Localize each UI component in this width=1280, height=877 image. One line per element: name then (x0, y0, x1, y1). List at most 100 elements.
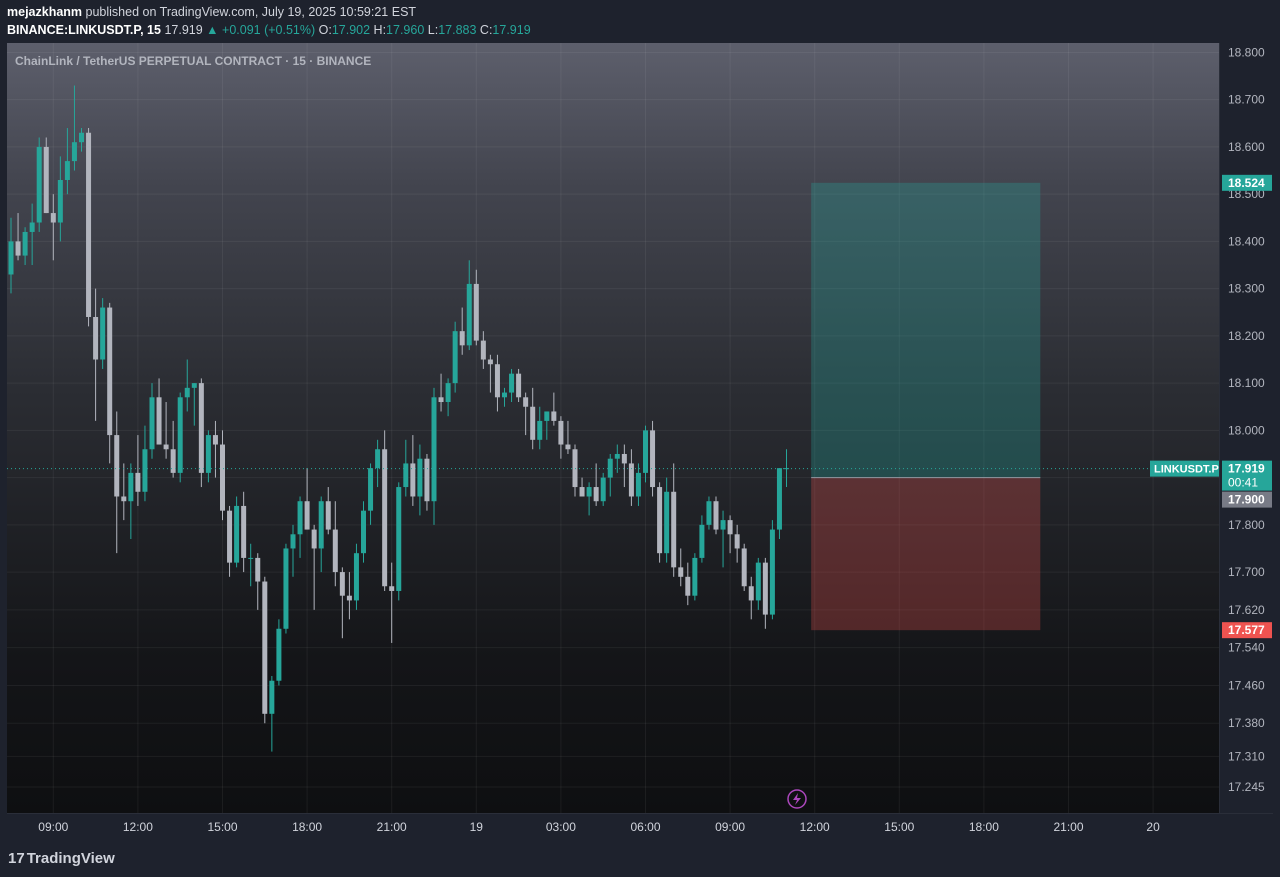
candle-body (431, 397, 437, 502)
candle-body (720, 520, 726, 530)
price-change: ▲ +0.091 (+0.51%) (206, 23, 316, 37)
candle-body (614, 453, 620, 459)
candle-body (107, 307, 113, 436)
chart-title: ChainLink / TetherUS PERPETUAL CONTRACT … (15, 54, 372, 68)
candle-body (304, 501, 310, 530)
time-tick-label: 06:00 (630, 820, 660, 834)
candle-body (50, 213, 56, 223)
candle-body (184, 387, 190, 398)
price-axis[interactable]: 18.800 18.700 18.600 18.500 18.400 18.300 18.2… (1219, 43, 1274, 813)
time-tick-label: 21:00 (1053, 820, 1083, 834)
publisher-name[interactable]: mejazkhanm (7, 5, 82, 19)
candle-body (417, 458, 423, 497)
price-tick-label: 18.100 (1228, 376, 1265, 390)
long-position-tool[interactable] (811, 182, 1041, 631)
candle-body (558, 420, 564, 445)
price-tick-label: 18.200 (1228, 329, 1265, 343)
candle-body (71, 142, 77, 162)
lightning-icon-bolt (793, 793, 801, 805)
candle-body (290, 534, 296, 549)
candle-body (452, 331, 458, 384)
price-tick-label: 17.540 (1228, 641, 1265, 655)
candle-body (523, 397, 529, 407)
candle-body (657, 487, 663, 554)
candle-body (212, 435, 218, 445)
candle-body (43, 146, 49, 214)
candle-body (480, 340, 486, 360)
candle-body (382, 449, 388, 587)
candle-body (396, 487, 402, 591)
time-tick-label: 18:00 (969, 820, 999, 834)
tradingview-logo-icon: 17 (8, 850, 25, 867)
candles (8, 85, 789, 752)
candle-body (318, 501, 324, 549)
candle-body (565, 444, 571, 450)
candle-body (241, 505, 247, 558)
candle-body (79, 132, 84, 143)
candle-body (86, 132, 92, 317)
tradingview-logo-text: TradingView (26, 850, 115, 867)
candle-body (283, 548, 289, 629)
time-axis-labels: 09:00 12:00 15:00 18:00 21:00 19 03:00 06:00 09:… (38, 820, 1160, 834)
close-value: 17.919 (492, 23, 531, 37)
chart-pane[interactable]: LINKUSDT.P ChainLink / TetherUS PERPETUA… (7, 43, 1219, 813)
candle-body (262, 581, 268, 714)
price-chart[interactable]: LINKUSDT.P (7, 43, 1219, 813)
candle-body (438, 397, 444, 403)
candle-body (621, 453, 627, 464)
entry-price-badge: 17.900 (1222, 491, 1272, 508)
time-axis[interactable]: 09:00 12:00 15:00 18:00 21:00 19 03:00 06:00 09:… (7, 813, 1273, 840)
symbol-price-tag: LINKUSDT.P (1150, 460, 1219, 477)
current-price-text: 17.919 (1228, 462, 1265, 476)
time-tick-label: 09:00 (38, 820, 68, 834)
candle-body (678, 567, 684, 577)
candle-body (198, 383, 204, 473)
candle-body (353, 553, 359, 601)
footer-bar: 17 TradingView (0, 840, 1280, 877)
candle-body (635, 472, 641, 497)
publish-info: mejazkhanm published on TradingView.com,… (7, 5, 416, 19)
candle-body (276, 628, 282, 681)
candle-body (748, 586, 754, 601)
target-price-badge-text: 18.524 (1228, 176, 1265, 190)
time-tick-label: 03:00 (546, 820, 576, 834)
time-tick-label: 15:00 (884, 820, 914, 834)
candle-body (600, 477, 606, 502)
candle-body (36, 146, 42, 223)
candle-body (170, 449, 176, 473)
candle-body (220, 444, 225, 511)
current-price-badge: 17.91900:41 (1222, 460, 1272, 491)
candle-body (741, 548, 747, 587)
candle-body (579, 487, 585, 497)
candle-body (551, 411, 557, 421)
candle-body (100, 307, 106, 360)
candle-body (734, 534, 740, 549)
candle-body (311, 529, 317, 549)
candle-body (64, 161, 70, 180)
low-value: 17.883 (438, 23, 477, 37)
price-tick-label: 18.300 (1228, 282, 1265, 296)
candle-body (664, 491, 670, 554)
candle-body (22, 231, 28, 256)
high-label: H: (373, 23, 387, 37)
candle-body (29, 222, 35, 232)
open-value: 17.902 (331, 23, 371, 37)
candle-body (755, 562, 761, 601)
candle-body (375, 449, 381, 469)
candle-body (685, 576, 691, 596)
price-tick-label: 18.700 (1228, 93, 1265, 107)
candle-body (516, 373, 522, 398)
candle-body (727, 520, 733, 535)
candle-body (713, 501, 719, 530)
tradingview-logo[interactable]: 17 TradingView (8, 850, 115, 867)
symbol-label[interactable]: BINANCE:LINKUSDT.P, 15 (7, 23, 161, 37)
price-axis-labels: 18.80018.70018.60018.50018.40018.30018.2… (1222, 45, 1272, 794)
time-tick-label: 19 (470, 820, 484, 834)
candle-body (706, 501, 712, 525)
candle-body (255, 557, 261, 582)
stop-price-badge: 17.577 (1222, 622, 1272, 639)
candle-body (502, 392, 507, 398)
price-tick-label: 17.310 (1228, 749, 1265, 763)
candle-body (776, 468, 782, 530)
candle-body (234, 505, 240, 563)
